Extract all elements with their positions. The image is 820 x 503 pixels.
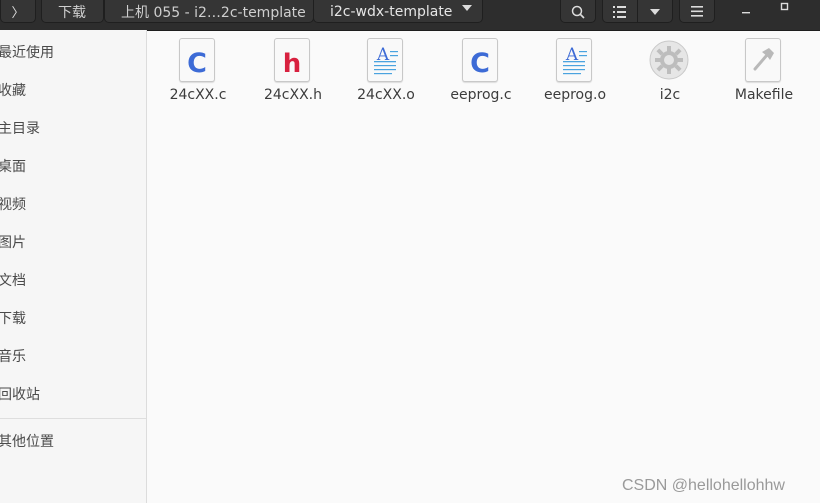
- sidebar-item-pictures[interactable]: 图片: [0, 224, 146, 262]
- search-icon: [571, 5, 585, 19]
- header-bar: 〉 下载 上机 055 - i2…2c-template i2c-wdx-tem…: [0, 0, 820, 31]
- file-item-eeprog-o[interactable]: A eeprog.o: [527, 38, 623, 108]
- view-options-button[interactable]: [637, 0, 673, 23]
- menu-button[interactable]: [679, 0, 715, 23]
- back-chevron-icon: 〉: [11, 6, 25, 21]
- sidebar-item-label: 其他位置: [0, 434, 54, 450]
- crumb-current-folder[interactable]: i2c-wdx-template: [313, 0, 483, 23]
- file-name: i2c: [659, 87, 681, 103]
- crumb-download[interactable]: 下载: [41, 0, 104, 23]
- dropdown-arrow-icon[interactable]: [462, 5, 472, 11]
- sidebar-item-videos[interactable]: 视频: [0, 186, 146, 224]
- maximize-button[interactable]: [777, 0, 793, 18]
- maximize-icon: [780, 2, 789, 11]
- svg-text:C: C: [187, 48, 207, 79]
- svg-text:C: C: [470, 48, 490, 79]
- gear-icon: [649, 38, 689, 82]
- sidebar-item-label: 视频: [0, 197, 26, 213]
- sidebar-item-label: 主目录: [0, 121, 40, 137]
- sidebar-item-label: 图片: [0, 235, 26, 251]
- sidebar: 最近使用 收藏 主目录 桌面 视频 图片 文档 下载 音乐 回收站 其他位置: [0, 30, 147, 503]
- file-name: 24cXX.o: [357, 87, 415, 103]
- list-view-button[interactable]: [602, 0, 638, 23]
- sidebar-item-label: 文档: [0, 273, 26, 289]
- file-name: 24cXX.h: [263, 87, 323, 103]
- object-file-icon: A: [367, 38, 403, 82]
- crumb-parent-folder[interactable]: 上机 055 - i2…2c-template: [104, 0, 314, 23]
- file-name: eeprog.o: [543, 87, 607, 103]
- file-item-24cxx-c[interactable]: C 24cXX.c: [150, 38, 246, 108]
- sidebar-divider: [0, 418, 146, 419]
- sidebar-item-starred[interactable]: 收藏: [0, 72, 146, 110]
- sidebar-item-downloads[interactable]: 下载: [0, 300, 146, 338]
- sidebar-item-documents[interactable]: 文档: [0, 262, 146, 300]
- sidebar-item-desktop[interactable]: 桌面: [0, 148, 146, 186]
- svg-text:h: h: [283, 49, 302, 79]
- sidebar-item-trash[interactable]: 回收站: [0, 376, 146, 414]
- search-button[interactable]: [560, 0, 596, 23]
- view-options-icon: [650, 8, 660, 15]
- file-item-eeprog-c[interactable]: C eeprog.c: [433, 38, 529, 108]
- c-source-file-icon: C: [179, 38, 215, 82]
- minimize-icon: [742, 12, 750, 14]
- sidebar-item-label: 音乐: [0, 349, 26, 365]
- file-item-24cxx-h[interactable]: h 24cXX.h: [245, 38, 341, 108]
- sidebar-item-recent[interactable]: 最近使用: [0, 34, 146, 72]
- file-name: eeprog.c: [450, 87, 512, 103]
- sidebar-item-label: 最近使用: [0, 45, 54, 61]
- sidebar-item-label: 桌面: [0, 159, 26, 175]
- sidebar-item-other-locations[interactable]: 其他位置: [0, 423, 146, 461]
- minimize-button[interactable]: [738, 0, 754, 18]
- file-name: 24cXX.c: [169, 87, 227, 103]
- c-source-file-icon: C: [462, 38, 498, 82]
- sidebar-item-label: 收藏: [0, 83, 26, 99]
- watermark: CSDN @hellohellohhw: [622, 477, 785, 494]
- menu-icon: [691, 6, 703, 17]
- file-item-24cxx-o[interactable]: A 24cXX.o: [338, 38, 434, 108]
- sidebar-item-music[interactable]: 音乐: [0, 338, 146, 376]
- sidebar-item-label: 回收站: [0, 387, 40, 403]
- c-header-file-icon: h: [274, 38, 310, 82]
- list-view-icon: [613, 5, 626, 18]
- file-name: Makefile: [734, 87, 794, 103]
- sidebar-item-home[interactable]: 主目录: [0, 110, 146, 148]
- object-file-icon: A: [556, 38, 592, 82]
- makefile-hammer-icon: [745, 38, 781, 82]
- file-item-i2c[interactable]: i2c: [622, 38, 718, 108]
- file-item-makefile[interactable]: Makefile: [716, 38, 812, 108]
- back-button[interactable]: 〉: [0, 0, 36, 23]
- sidebar-item-label: 下载: [0, 311, 26, 327]
